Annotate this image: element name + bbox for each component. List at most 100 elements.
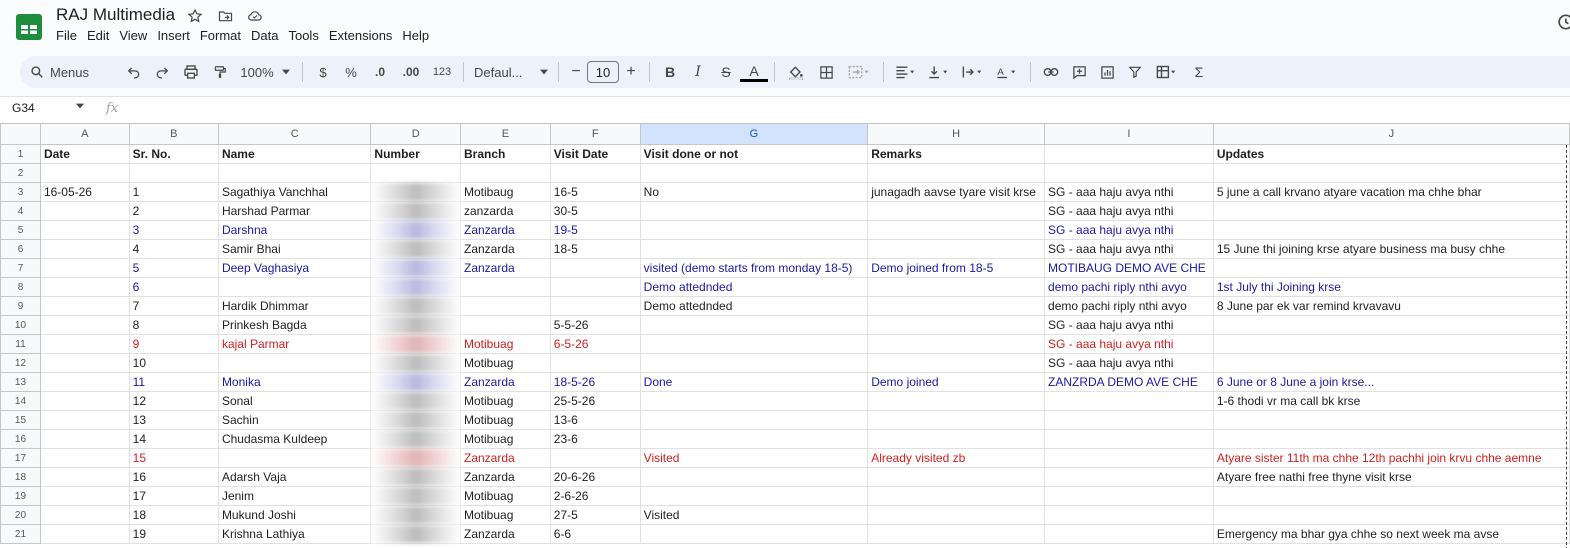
cell-i7[interactable]: MOTIBAUG DEMO AVE CHE [1044, 258, 1214, 278]
cell-j7[interactable] [1212, 258, 1570, 278]
cell-h17[interactable]: Already visited zb [867, 448, 1046, 468]
cell-e7[interactable]: Zanzarda [460, 258, 551, 278]
row-header[interactable]: 6 [0, 239, 41, 259]
column-header-c[interactable]: C [217, 123, 372, 145]
cell-f19[interactable]: 2-6-26 [549, 486, 641, 506]
functions-button[interactable]: Σ [1185, 60, 1213, 84]
name-box[interactable]: G34 [12, 101, 35, 115]
column-header-j[interactable]: J [1212, 123, 1570, 145]
cell-j11[interactable] [1212, 334, 1570, 354]
cell-j20[interactable] [1212, 505, 1570, 525]
column-header-i[interactable]: I [1044, 123, 1214, 145]
cell-a10[interactable] [39, 315, 130, 335]
cell-c21[interactable]: Krishna Lathiya [217, 524, 372, 544]
document-title[interactable]: RAJ Multimedia [56, 5, 175, 25]
row-header[interactable]: 4 [0, 201, 41, 221]
cell-e17[interactable]: Zanzarda [460, 448, 551, 468]
cell-g3[interactable]: No [639, 182, 869, 202]
cell-e10[interactable] [460, 315, 551, 335]
cell-g9[interactable]: Demo attednded [639, 296, 869, 316]
cell-h12[interactable] [867, 353, 1046, 373]
cell-i11[interactable]: SG - aaa haju avya nthi [1044, 334, 1214, 354]
cell-c7[interactable]: Deep Vaghasiya [217, 258, 372, 278]
cell-c13[interactable]: Monika [217, 372, 372, 392]
cell-j17[interactable]: Atyare sister 11th ma chhe 12th pachhi j… [1212, 448, 1570, 468]
cell-a8[interactable] [39, 277, 130, 297]
row-header[interactable]: 18 [0, 467, 41, 487]
cell-a20[interactable] [39, 505, 130, 525]
cell-g14[interactable] [639, 391, 869, 411]
column-header-h[interactable]: H [867, 123, 1046, 145]
cell-j13[interactable]: 6 June or 8 June a join krse... [1212, 372, 1570, 392]
cell-h15[interactable] [867, 410, 1046, 430]
cell-f1[interactable]: Visit Date [549, 144, 641, 164]
cell-e4[interactable]: zanzarda [460, 201, 551, 221]
column-header-a[interactable]: A [39, 123, 130, 145]
cell-f11[interactable]: 6-5-26 [549, 334, 641, 354]
cell-h8[interactable] [867, 277, 1046, 297]
cell-c19[interactable]: Jenim [217, 486, 372, 506]
cell-f7[interactable] [549, 258, 641, 278]
cell-a11[interactable] [39, 334, 130, 354]
cell-b17[interactable]: 15 [128, 448, 219, 468]
cell-b20[interactable]: 18 [128, 505, 219, 525]
cell-e5[interactable]: Zanzarda [460, 220, 551, 240]
cell-g12[interactable] [639, 353, 869, 373]
paint-format-icon[interactable] [206, 60, 234, 84]
cell-a1[interactable]: Date [39, 144, 130, 164]
row-header[interactable]: 1 [0, 144, 41, 164]
cell-a5[interactable] [39, 220, 130, 240]
row-header[interactable]: 19 [0, 486, 41, 506]
cell-d17[interactable] [370, 448, 461, 468]
row-header[interactable]: 14 [0, 391, 41, 411]
cell-j15[interactable] [1212, 410, 1570, 430]
row-header[interactable]: 9 [0, 296, 41, 316]
menu-view[interactable]: View [114, 28, 152, 44]
cell-b8[interactable]: 6 [128, 277, 219, 297]
cell-f4[interactable]: 30-5 [549, 201, 641, 221]
cell-d1[interactable]: Number [370, 144, 461, 164]
cell-a9[interactable] [39, 296, 130, 316]
cell-d5[interactable] [370, 220, 461, 240]
cell-f5[interactable]: 19-5 [549, 220, 641, 240]
more-formats-button[interactable]: 123 [427, 60, 457, 84]
cell-d7[interactable] [370, 258, 461, 278]
cell-j3[interactable]: 5 june a call krvano atyare vacation ma … [1212, 182, 1570, 202]
menu-edit[interactable]: Edit [82, 28, 114, 44]
cell-h20[interactable] [867, 505, 1046, 525]
cell-b15[interactable]: 13 [128, 410, 219, 430]
cell-h13[interactable]: Demo joined [867, 372, 1046, 392]
borders-icon[interactable] [811, 60, 841, 84]
cell-i3[interactable]: SG - aaa haju avya nthi [1044, 182, 1214, 202]
cell-i9[interactable]: demo pachi riply nthi avyo [1044, 296, 1214, 316]
column-header-d[interactable]: D [370, 123, 461, 145]
cell-c14[interactable]: Sonal [217, 391, 372, 411]
italic-button[interactable]: I [684, 60, 712, 84]
cell-g4[interactable] [639, 201, 869, 221]
cell-b7[interactable]: 5 [128, 258, 219, 278]
cell-f8[interactable] [549, 277, 641, 297]
cell-d14[interactable] [370, 391, 461, 411]
cell-i18[interactable] [1044, 467, 1214, 487]
cell-i15[interactable] [1044, 410, 1214, 430]
cell-a12[interactable] [39, 353, 130, 373]
cell-g20[interactable]: Visited [639, 505, 869, 525]
cell-d4[interactable] [370, 201, 461, 221]
cell-d3[interactable] [370, 182, 461, 202]
cell-a2[interactable] [39, 163, 130, 183]
cell-d16[interactable] [370, 429, 461, 449]
cell-a3[interactable]: 16-05-26 [39, 182, 130, 202]
menu-tools[interactable]: Tools [283, 28, 323, 44]
cell-e18[interactable]: Zanzarda [460, 467, 551, 487]
cell-c20[interactable]: Mukund Joshi [217, 505, 372, 525]
cell-a4[interactable] [39, 201, 130, 221]
cell-h10[interactable] [867, 315, 1046, 335]
cell-g16[interactable] [639, 429, 869, 449]
cell-g6[interactable] [639, 239, 869, 259]
cell-b16[interactable]: 14 [128, 429, 219, 449]
cell-j18[interactable]: Atyare free nathi free thyne visit krse [1212, 467, 1570, 487]
cell-f10[interactable]: 5-5-26 [549, 315, 641, 335]
version-history-icon[interactable] [1554, 12, 1570, 32]
font-select[interactable]: Defaul... [470, 60, 552, 84]
cell-e19[interactable]: Motibuag [460, 486, 551, 506]
